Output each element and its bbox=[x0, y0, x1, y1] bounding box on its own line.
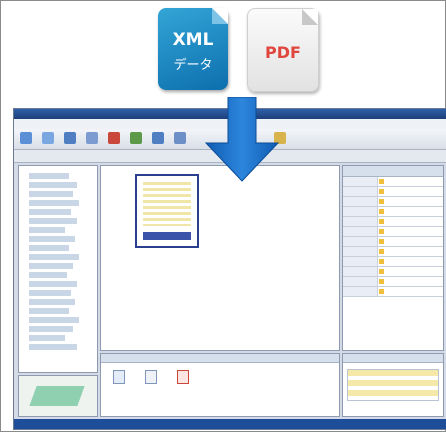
form-label bbox=[343, 257, 378, 266]
toolbar-button-icon[interactable] bbox=[86, 132, 98, 144]
form-tabs[interactable] bbox=[343, 166, 443, 177]
attachments-tabs[interactable] bbox=[101, 354, 339, 363]
file-table-pane[interactable] bbox=[342, 353, 444, 417]
file-table-header bbox=[343, 354, 443, 363]
toolbar-button-icon[interactable] bbox=[130, 132, 142, 144]
tree-item[interactable] bbox=[29, 326, 73, 332]
preview-image bbox=[29, 386, 85, 406]
tree-item[interactable] bbox=[29, 290, 71, 296]
tree-item[interactable] bbox=[29, 218, 77, 224]
tree-item[interactable] bbox=[29, 182, 77, 188]
form-row[interactable] bbox=[343, 247, 443, 257]
required-indicator bbox=[379, 239, 384, 244]
form-row[interactable] bbox=[343, 267, 443, 277]
toolbar-button-icon[interactable] bbox=[64, 132, 76, 144]
required-indicator bbox=[379, 269, 384, 274]
tree-item[interactable] bbox=[29, 254, 79, 260]
tree-item[interactable] bbox=[29, 317, 79, 323]
attachments-pane[interactable] bbox=[100, 353, 340, 417]
xml-icon-label: XML bbox=[172, 30, 214, 50]
pdf-icon-label: PDF bbox=[265, 43, 301, 62]
required-indicator bbox=[379, 289, 384, 294]
toolbar-button-icon[interactable] bbox=[108, 132, 120, 144]
status-bar bbox=[14, 419, 446, 429]
file-icon[interactable] bbox=[113, 370, 125, 384]
form-row[interactable] bbox=[343, 177, 443, 187]
required-indicator bbox=[379, 279, 384, 284]
form-label bbox=[343, 187, 378, 196]
required-indicator bbox=[379, 249, 384, 254]
document-thumbnail[interactable] bbox=[135, 174, 199, 248]
tree-item[interactable] bbox=[29, 200, 79, 206]
page-fold bbox=[302, 9, 318, 25]
form-label bbox=[343, 207, 378, 216]
form-row[interactable] bbox=[343, 187, 443, 197]
tree-item[interactable] bbox=[29, 299, 75, 305]
form-row[interactable] bbox=[343, 197, 443, 207]
required-indicator bbox=[379, 209, 384, 214]
form-label bbox=[343, 247, 378, 256]
form-label bbox=[343, 197, 378, 206]
tree-pane[interactable] bbox=[18, 165, 98, 373]
arrow-shape bbox=[204, 97, 280, 182]
required-indicator bbox=[379, 259, 384, 264]
tree-item[interactable] bbox=[29, 236, 75, 242]
thumbnail-content bbox=[143, 182, 191, 226]
tree-item[interactable] bbox=[29, 335, 65, 341]
tree-item[interactable] bbox=[29, 263, 73, 269]
tree-item[interactable] bbox=[29, 173, 69, 179]
document-area[interactable] bbox=[100, 165, 340, 351]
tree-item[interactable] bbox=[29, 272, 67, 278]
form-row[interactable] bbox=[343, 237, 443, 247]
form-label bbox=[343, 227, 378, 236]
page-fold bbox=[212, 8, 228, 24]
required-indicator bbox=[379, 229, 384, 234]
form-row[interactable] bbox=[343, 207, 443, 217]
required-indicator bbox=[379, 219, 384, 224]
toolbar-button-icon[interactable] bbox=[174, 132, 186, 144]
toolbar-button-icon[interactable] bbox=[152, 132, 164, 144]
tree-item[interactable] bbox=[29, 209, 71, 215]
required-indicator bbox=[379, 179, 384, 184]
thumbnail-caption bbox=[143, 232, 191, 240]
preview-pane bbox=[18, 375, 98, 417]
tree-item[interactable] bbox=[29, 308, 69, 314]
pdf-file-icon[interactable] bbox=[177, 370, 189, 384]
required-indicator bbox=[379, 199, 384, 204]
file-icon[interactable] bbox=[145, 370, 157, 384]
file-table-rows[interactable] bbox=[347, 369, 439, 401]
form-label bbox=[343, 287, 378, 296]
form-row[interactable] bbox=[343, 227, 443, 237]
tree-item[interactable] bbox=[29, 344, 77, 350]
form-label bbox=[343, 177, 378, 186]
tree-item[interactable] bbox=[29, 281, 77, 287]
form-label bbox=[343, 267, 378, 276]
form-label bbox=[343, 237, 378, 246]
tree-item[interactable] bbox=[29, 227, 65, 233]
form-row[interactable] bbox=[343, 277, 443, 287]
toolbar-button-icon[interactable] bbox=[20, 132, 32, 144]
required-indicator bbox=[379, 189, 384, 194]
xml-file-icon: XML データ bbox=[158, 8, 228, 90]
tree-item[interactable] bbox=[29, 245, 69, 251]
down-arrow-icon bbox=[204, 97, 280, 182]
form-row[interactable] bbox=[343, 217, 443, 227]
form-row[interactable] bbox=[343, 287, 443, 297]
form-label bbox=[343, 277, 378, 286]
pdf-file-icon: PDF bbox=[247, 8, 319, 92]
xml-icon-sublabel: データ bbox=[173, 58, 213, 73]
form-label bbox=[343, 217, 378, 226]
form-row[interactable] bbox=[343, 257, 443, 267]
toolbar-button-icon[interactable] bbox=[42, 132, 54, 144]
form-panel[interactable] bbox=[342, 165, 444, 351]
tree-item[interactable] bbox=[29, 191, 73, 197]
